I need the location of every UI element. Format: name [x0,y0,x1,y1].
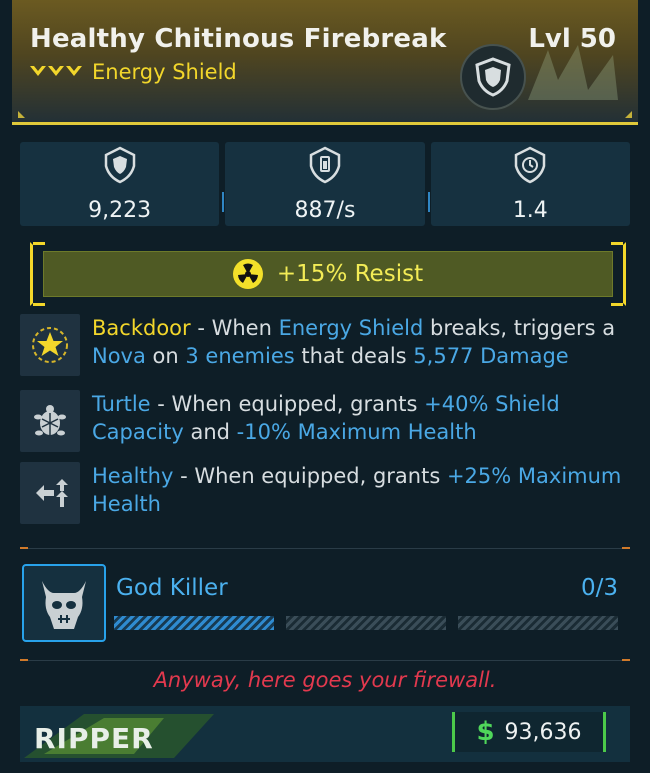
god-killer-skull-icon [22,564,106,642]
perk-text-part: and [183,420,237,444]
challenge-progress-text: 0/3 [580,575,618,601]
challenge-name: God Killer [116,575,228,601]
item-card: Healthy Chitinous Firebreak Lvl 50 Energ… [0,0,650,773]
perk-turtle-text: Turtle - When equipped, grants +40% Shie… [92,390,632,452]
item-type-row: Energy Shield [30,60,237,84]
ripper-manufacturer-logo: RIPPER [24,714,214,758]
stat-recharge-rate-value: 887/s [294,197,356,223]
item-header: Healthy Chitinous Firebreak Lvl 50 Energ… [12,0,638,125]
perk-text-part: - When equipped, grants [173,464,447,488]
stat-recharge-rate: 887/s [225,142,430,226]
stat-recharge-delay-value: 1.4 [512,197,548,223]
energy-shield-icon [460,44,526,110]
perk-turtle: Turtle - When equipped, grants +40% Shie… [20,390,632,452]
divider-tick-right [622,547,630,549]
resist-banner: +15% Resist [43,251,613,297]
perk-backdoor: Backdoor - When Energy Shield breaks, tr… [20,314,632,376]
flavor-text: Anyway, here goes your firewall. [153,668,497,692]
perk-text-part: - When equipped, grants [150,392,425,416]
price-tag: $ 93,636 [452,712,606,752]
perk-keyword: 5,577 Damage [413,344,569,368]
radiation-icon [232,259,263,289]
logo-lettering: RIPPER [34,722,154,755]
recharge-rate-icon [309,146,341,183]
perk-backdoor-text: Backdoor - When Energy Shield breaks, tr… [92,314,632,376]
divider-tick-right [622,659,630,661]
item-type: Energy Shield [92,60,237,84]
divider-tick-left [20,659,28,661]
perk-text-part: breaks, triggers a [423,316,616,340]
header-corner-left [18,111,25,118]
perk-healthy: Healthy - When equipped, grants +25% Max… [20,462,632,524]
header-corner-right [625,111,632,118]
perk-text-part: - When [190,316,279,340]
perk-healthy-text: Healthy - When equipped, grants +25% Max… [92,462,632,524]
rarity-chevrons-icon [30,66,82,76]
price-value: 93,636 [504,719,582,745]
stat-divider [427,192,430,212]
star-burst-icon [20,314,80,376]
currency-icon: $ [476,717,495,747]
perk-keyword: -10% Maximum Health [236,420,477,444]
perk-name: Backdoor [92,316,191,340]
challenge-progress-segment [286,616,446,630]
perk-name: Healthy [92,464,174,488]
stats-row: 9,223 887/s 1.4 [20,142,630,226]
stat-recharge-delay: 1.4 [430,142,630,226]
perk-keyword: Energy Shield [278,316,424,340]
perk-keyword: Nova [92,344,146,368]
stat-divider [222,192,225,212]
turtle-icon [20,390,80,452]
stat-capacity-value: 9,223 [88,197,152,223]
perk-text-part: that deals [294,344,414,368]
stat-capacity: 9,223 [20,142,225,226]
challenge-progress-segment [458,616,618,630]
section-divider [20,660,630,661]
resist-text: +15% Resist [276,261,424,287]
challenge-progress-segment [114,616,274,630]
resist-frame: +15% Resist [30,242,626,306]
item-name: Healthy Chitinous Firebreak [30,24,447,54]
shield-capacity-icon [104,146,135,183]
recharge-delay-icon [515,146,546,183]
section-divider [20,548,630,549]
item-level: Lvl 50 [528,24,616,54]
perk-keyword: 3 enemies [185,344,295,368]
perk-text-part: on [145,344,186,368]
health-arrows-icon [20,462,80,524]
divider-tick-left [20,547,28,549]
item-footer: RIPPER $ 93,636 [20,706,630,762]
perk-name: Turtle [92,392,151,416]
